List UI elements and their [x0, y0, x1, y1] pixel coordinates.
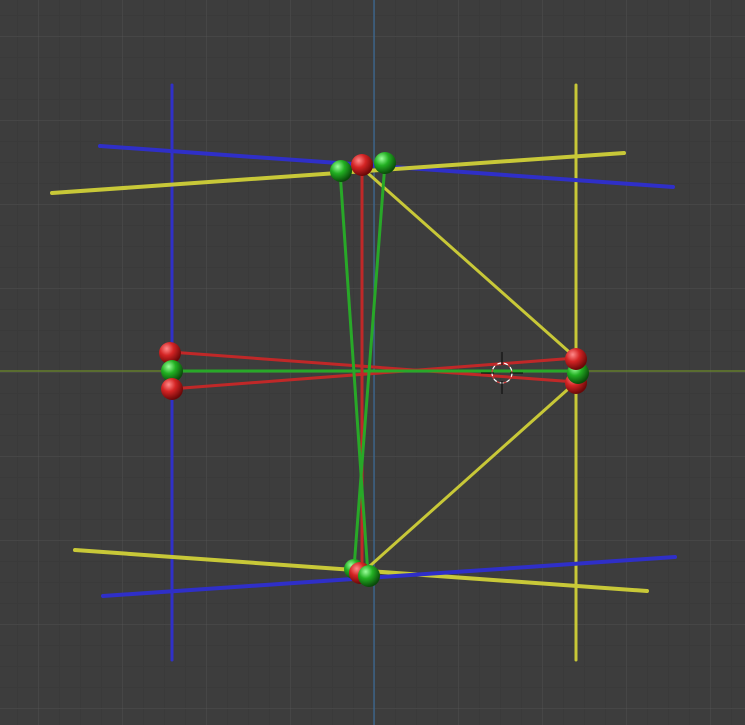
joint-sphere-bottom-green-right[interactable]: [358, 565, 380, 587]
scene-canvas[interactable]: [0, 0, 745, 725]
joint-sphere-top-green-right[interactable]: [374, 152, 396, 174]
joint-sphere-right-red-upper[interactable]: [565, 348, 587, 370]
joint-sphere-top-green-left[interactable]: [330, 160, 352, 182]
bottom-blue-rod[interactable]: [101, 555, 677, 598]
3d-viewport[interactable]: [0, 0, 745, 725]
yellow-diagonal-upper[interactable]: [360, 166, 578, 360]
yellow-diagonal-lower[interactable]: [360, 380, 578, 575]
3d-cursor-icon[interactable]: [481, 352, 523, 394]
middle-red-rod-a[interactable]: [168, 350, 578, 384]
joint-sphere-top-red[interactable]: [351, 154, 373, 176]
joint-sphere-left-red-lower[interactable]: [161, 378, 183, 400]
